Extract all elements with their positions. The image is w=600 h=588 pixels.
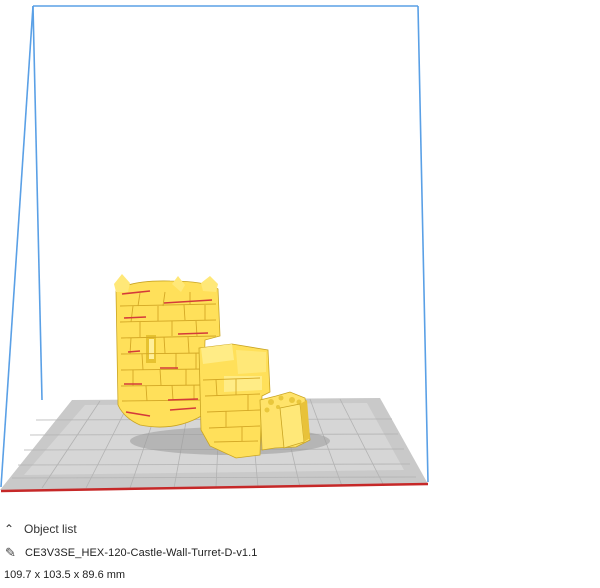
object-name: CE3V3SE_HEX-120-Castle-Wall-Turret-D-v1.…: [25, 547, 258, 559]
object-list-item[interactable]: ✎ CE3V3SE_HEX-120-Castle-Wall-Turret-D-v…: [0, 544, 258, 562]
3d-viewport[interactable]: [0, 0, 600, 510]
chevron-up-icon[interactable]: ⌃: [0, 522, 24, 536]
object-list-toggle[interactable]: ⌃ Object list: [0, 520, 77, 538]
object-dimensions: 109.7 x 103.5 x 89.6 mm: [4, 569, 126, 581]
object-list-panel: ⌃ Object list ✎ CE3V3SE_HEX-120-Castle-W…: [0, 510, 600, 588]
object-list-title: Object list: [24, 522, 77, 536]
pencil-icon[interactable]: ✎: [0, 545, 25, 561]
